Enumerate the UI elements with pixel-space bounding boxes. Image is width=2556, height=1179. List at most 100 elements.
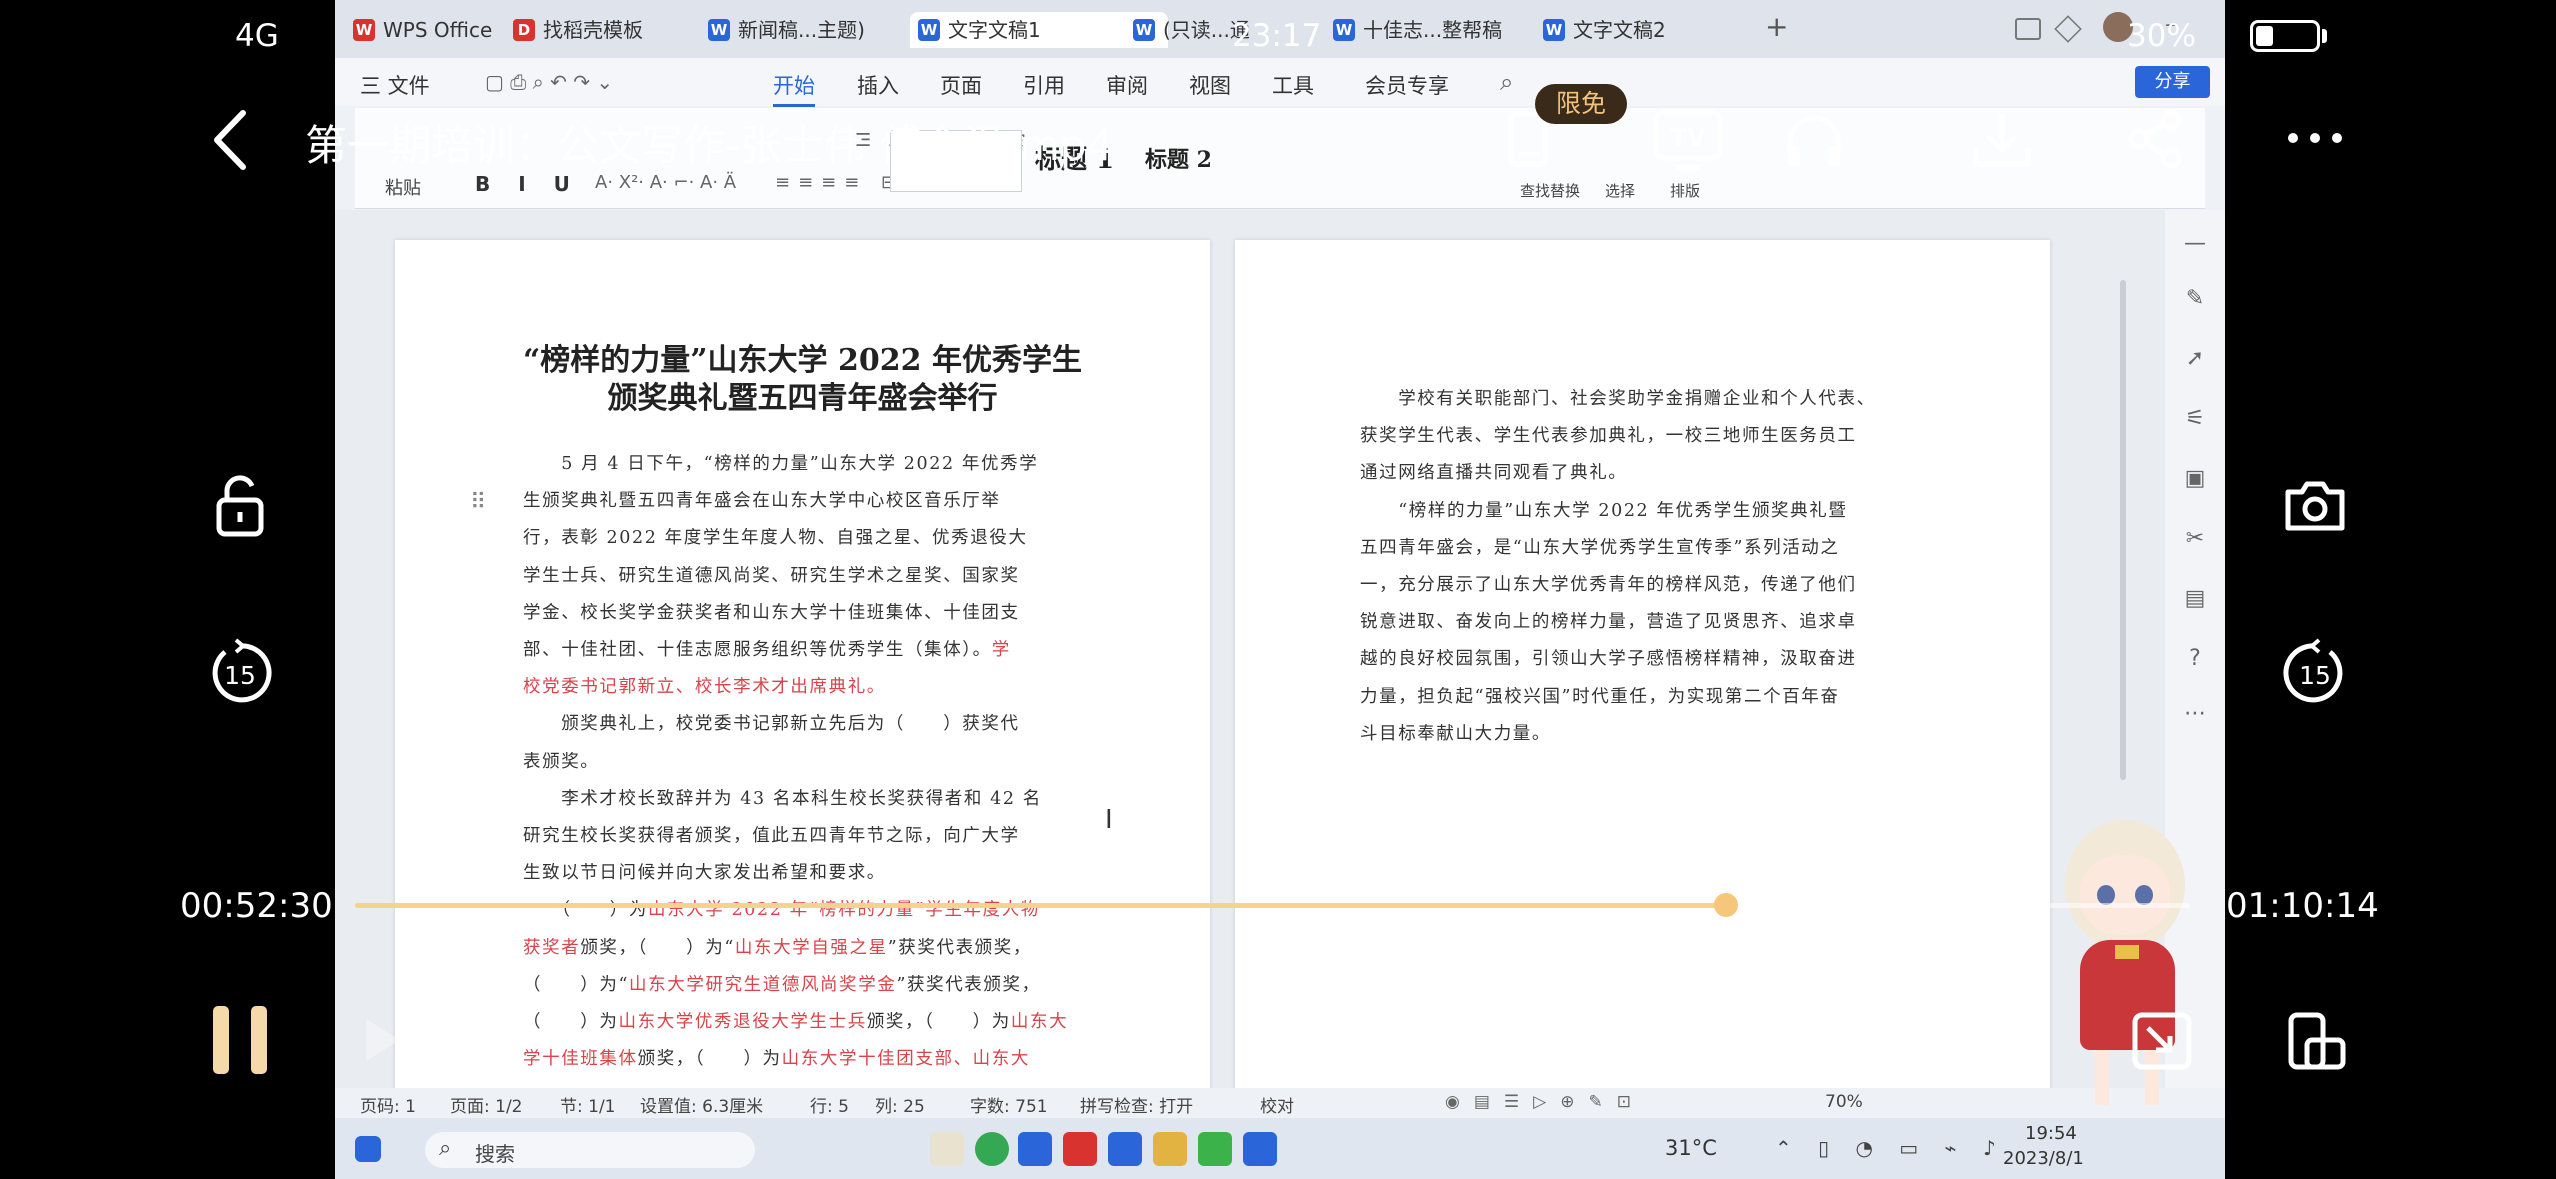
- menu-file[interactable]: 三 文件: [360, 70, 430, 100]
- layout-button[interactable]: 排版: [1670, 180, 1700, 201]
- menu-member[interactable]: 会员专享: [1365, 70, 1449, 100]
- menu-view[interactable]: 视图: [1189, 70, 1231, 100]
- search-icon[interactable]: ⌕: [1500, 68, 1513, 96]
- subtitle-button[interactable]: 字幕: [1805, 1016, 1887, 1076]
- next-episode-icon[interactable]: [360, 1015, 416, 1065]
- image-icon[interactable]: ▣: [2181, 465, 2209, 493]
- menu-tools[interactable]: 工具: [1272, 70, 1314, 100]
- video-frame[interactable]: W WPS Office D 找稻壳模板 W 新闻稿...主题) W 文字文稿1 W (只…: [335, 0, 2225, 1179]
- share-icon[interactable]: [2125, 108, 2187, 170]
- progress-bar[interactable]: [355, 893, 2190, 917]
- wps-tab-home[interactable]: W WPS Office: [345, 12, 492, 48]
- share-button[interactable]: 分享: [2135, 66, 2210, 98]
- menu-review[interactable]: 审阅: [1106, 70, 1148, 100]
- wps-taskbar-icon[interactable]: [1063, 1132, 1097, 1166]
- back-icon[interactable]: [205, 105, 255, 175]
- quick-access-icons[interactable]: ▢ ⎙ ⌕ ↶ ↷ ⌄: [485, 70, 613, 94]
- document-area: “榜样的力量”山东大学 2022 年优秀学生 颁奖典礼暨五四青年盛会举行 5 月…: [335, 210, 2225, 1100]
- status-col: 列: 25: [875, 1097, 925, 1117]
- menu-insert[interactable]: 插入: [857, 70, 899, 100]
- quality-button[interactable]: 流畅: [1648, 1016, 1730, 1076]
- signal-indicator: 4G: [235, 18, 279, 54]
- screenshot-camera-icon[interactable]: [2280, 470, 2350, 540]
- view-mode-icons[interactable]: ◉▤☰▷⊕✎⊡: [1445, 1092, 1645, 1112]
- word-doc-icon: W: [708, 19, 730, 41]
- docer-icon: D: [513, 19, 535, 41]
- help-icon[interactable]: ?: [2181, 645, 2209, 673]
- speed-button[interactable]: 倍速: [1493, 1016, 1575, 1076]
- battery-icon: [2250, 20, 2320, 52]
- tools-icon[interactable]: ✂: [2181, 525, 2209, 553]
- select-button[interactable]: 选择: [1605, 180, 1635, 201]
- wps-tab-doc[interactable]: W 十佳志...整帮稿: [1325, 12, 1502, 48]
- tray-icons[interactable]: ⌃ ▯ ◔ ▭ ⌁ ♪: [1775, 1136, 2006, 1160]
- battery-level: [2256, 26, 2273, 46]
- font-effect-buttons[interactable]: A· X²· A· ⌐· A· Ä: [595, 172, 736, 193]
- doc-text: 5 月 4 日下午，“榜样的力量”山东大学 2022 年优秀学: [523, 454, 1039, 474]
- elapsed-time: 00:52:30: [180, 886, 333, 926]
- book-icon[interactable]: ▤: [2181, 585, 2209, 613]
- wps-tab-doc[interactable]: W 文字文稿2: [1535, 12, 1666, 48]
- proofread-button[interactable]: 校对: [1260, 1092, 1294, 1117]
- word-doc-icon: W: [1543, 19, 1565, 41]
- pointer-icon[interactable]: ➚: [2181, 345, 2209, 373]
- download-icon[interactable]: [1970, 110, 2034, 170]
- doc-scrollbar[interactable]: [2120, 280, 2126, 780]
- taskbar-clock-time[interactable]: 19:54: [2025, 1123, 2077, 1144]
- pip-icon[interactable]: [2130, 1010, 2194, 1072]
- folder-icon[interactable]: [1153, 1132, 1187, 1166]
- forward-15-icon[interactable]: 15: [2280, 638, 2350, 708]
- free-badge: 限免: [1535, 84, 1627, 124]
- pause-icon[interactable]: [205, 1000, 275, 1080]
- episodes-button[interactable]: 选集: [1960, 1016, 2042, 1076]
- rewind-15-icon[interactable]: 15: [205, 638, 275, 708]
- layout-icon[interactable]: [2015, 18, 2041, 40]
- windows-start-icon[interactable]: [355, 1136, 381, 1162]
- wps-tab-doc[interactable]: W 新闻稿...主题): [700, 12, 865, 48]
- doc-line: 部、十佳社团、十佳志愿服务组织等优秀学生（集体）。学: [523, 636, 1011, 661]
- taskbar-clock-date[interactable]: 2023/8/1: [2003, 1148, 2084, 1169]
- more-icon[interactable]: [2285, 128, 2345, 148]
- wps-menu-bar: 三 文件 ▢ ⎙ ⌕ ↶ ↷ ⌄ 开始 插入 页面 引用 审阅 视图 工具 会员…: [335, 58, 2225, 107]
- menu-page[interactable]: 页面: [940, 70, 982, 100]
- drag-handle-icon[interactable]: ⠿: [470, 490, 486, 515]
- task-view-icon[interactable]: [930, 1132, 964, 1166]
- transcript-button[interactable]: 文稿: [1336, 1016, 1418, 1076]
- progress-knob[interactable]: [1713, 893, 1738, 917]
- font-style-buttons[interactable]: BIU: [475, 172, 598, 196]
- chrome-icon[interactable]: [975, 1132, 1009, 1166]
- taskbar-search[interactable]: ⌕ 搜索: [425, 1132, 755, 1168]
- collapse-icon[interactable]: —: [2181, 230, 2209, 258]
- headphones-icon[interactable]: [1782, 110, 1846, 170]
- rotate-screen-icon[interactable]: [2285, 1010, 2349, 1072]
- doc-line: 5 月 4 日下午，“榜样的力量”山东大学 2022 年优秀学: [523, 450, 1038, 475]
- doc-line: 生致以节日问候并向大家发出希望和要求。: [523, 859, 886, 884]
- find-replace-button[interactable]: 查找替换: [1520, 180, 1580, 201]
- spellcheck-toggle[interactable]: 拼写检查: 打开: [1080, 1092, 1193, 1117]
- zoom-level[interactable]: 70%: [1825, 1092, 1863, 1112]
- mail-icon[interactable]: [1108, 1132, 1142, 1166]
- doc-text: （ ）为: [523, 1012, 619, 1032]
- cast-icon[interactable]: TV: [1652, 108, 1724, 172]
- adjust-icon[interactable]: ⚟: [2181, 405, 2209, 433]
- menu-home[interactable]: 开始: [773, 70, 815, 107]
- doc-text: 生颁奖典礼暨五四青年盛会在山东大学中心校区音乐厅举: [523, 491, 1001, 512]
- document-page-1[interactable]: “榜样的力量”山东大学 2022 年优秀学生 颁奖典礼暨五四青年盛会举行 5 月…: [395, 240, 1210, 1100]
- unlock-icon[interactable]: [205, 470, 275, 540]
- wps-tab-templates[interactable]: D 找稻壳模板: [505, 12, 643, 48]
- cube-icon[interactable]: [2054, 15, 2082, 43]
- menu-references[interactable]: 引用: [1023, 70, 1065, 100]
- wechat-icon[interactable]: [1198, 1132, 1232, 1166]
- new-tab-icon[interactable]: +: [1765, 10, 1788, 43]
- doc-line: 李术才校长致辞并为 43 名本科生校长奖获得者和 42 名: [523, 785, 1042, 810]
- edge-icon[interactable]: [1018, 1132, 1052, 1166]
- document-page-2[interactable]: 学校有关职能部门、社会奖助学金捐赠企业和个人代表、 获奖学生代表、学生代表参加典礼…: [1235, 240, 2050, 1100]
- battery-percent: 30%: [2127, 18, 2196, 54]
- pen-icon[interactable]: ✎: [2181, 285, 2209, 313]
- weather-temp[interactable]: 31°C: [1665, 1136, 1717, 1160]
- paste-button[interactable]: 粘贴: [385, 174, 421, 200]
- more-icon[interactable]: ⋯: [2181, 700, 2209, 728]
- style-heading2[interactable]: 标题 2: [1145, 130, 1255, 190]
- highlighted-text: 山东大: [1010, 1012, 1069, 1032]
- app-icon[interactable]: [1243, 1132, 1277, 1166]
